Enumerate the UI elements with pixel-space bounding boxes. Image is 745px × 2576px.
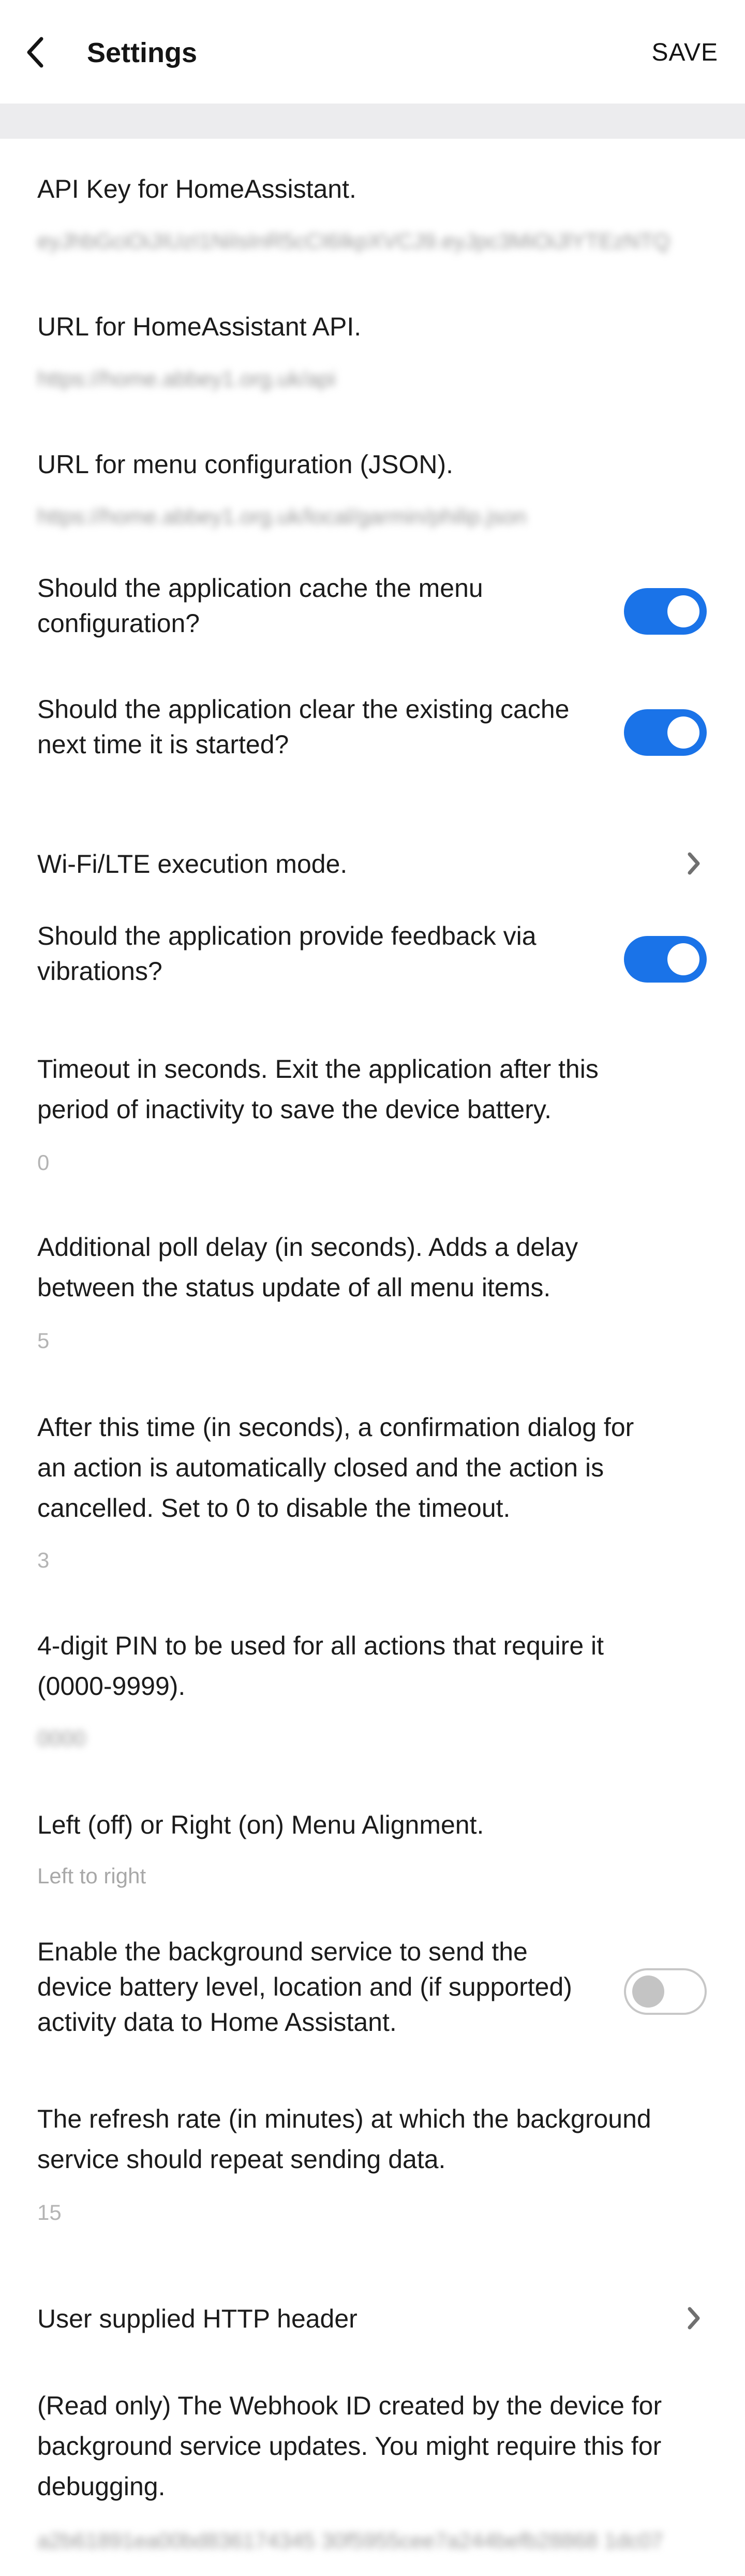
toggle-knob bbox=[632, 1975, 664, 2008]
cache-menu-label: Should the application cache the menu co… bbox=[37, 574, 483, 638]
alignment-label: Left (off) or Right (on) Menu Alignment. bbox=[37, 1810, 484, 1839]
refresh-rate-value: 15 bbox=[37, 2200, 62, 2224]
http-header-label: User supplied HTTP header bbox=[37, 2304, 357, 2333]
chevron-right-icon bbox=[683, 2303, 704, 2334]
refresh-rate-label: The refresh rate (in minutes) at which t… bbox=[37, 2104, 651, 2174]
save-button[interactable]: SAVE bbox=[652, 36, 719, 69]
poll-delay-value: 5 bbox=[37, 1328, 50, 1353]
menu-url-label: URL for menu configuration (JSON). bbox=[37, 450, 454, 479]
poll-delay-label: Additional poll delay (in seconds). Adds… bbox=[37, 1233, 578, 1302]
pin-value: 0000 bbox=[37, 1726, 86, 1750]
confirm-timeout-value: 3 bbox=[37, 1548, 50, 1572]
api-key-value: eyJhbGciOiJIUzI1NiIsInR5cCI6IkpXVCJ9.eyJ… bbox=[37, 229, 670, 253]
chevron-left-icon bbox=[27, 37, 43, 68]
section-divider bbox=[0, 104, 745, 139]
toggle-knob bbox=[667, 595, 699, 627]
clear-cache-toggle[interactable] bbox=[624, 709, 707, 756]
vibrations-toggle[interactable] bbox=[624, 936, 707, 983]
toggle-knob bbox=[667, 943, 699, 975]
webhook-id-value[interactable]: a2b61891ea00bd836174345 30f5955cee7a244b… bbox=[37, 2526, 710, 2555]
vibrations-label: Should the application provide feedback … bbox=[37, 921, 537, 986]
api-key-label: API Key for HomeAssistant. bbox=[37, 174, 356, 203]
app-header: Settings SAVE bbox=[0, 0, 745, 104]
api-url-value: https://home.abbey1.org.uk/api bbox=[37, 367, 336, 391]
api-url-label: URL for HomeAssistant API. bbox=[37, 312, 362, 341]
background-service-toggle[interactable] bbox=[624, 1968, 707, 2015]
pin-label: 4-digit PIN to be used for all actions t… bbox=[37, 1631, 604, 1701]
alignment-value: Left to right bbox=[37, 1864, 146, 1888]
chevron-right-icon bbox=[683, 848, 704, 879]
webhook-label: (Read only) The Webhook ID created by th… bbox=[37, 2391, 662, 2501]
cache-menu-toggle[interactable] bbox=[624, 588, 707, 635]
wifi-lte-mode-label: Wi-Fi/LTE execution mode. bbox=[37, 850, 348, 879]
background-service-label: Enable the background service to send th… bbox=[37, 1937, 572, 2037]
page-title: Settings bbox=[87, 37, 198, 68]
timeout-label: Timeout in seconds. Exit the application… bbox=[37, 1055, 599, 1124]
toggle-knob bbox=[667, 716, 699, 749]
menu-url-value: https://home.abbey1.org.uk/local/garmin/… bbox=[37, 504, 527, 529]
back-button[interactable] bbox=[21, 34, 50, 70]
confirm-timeout-label: After this time (in seconds), a confirma… bbox=[37, 1413, 634, 1523]
timeout-value: 0 bbox=[37, 1150, 50, 1175]
clear-cache-label: Should the application clear the existin… bbox=[37, 695, 570, 759]
